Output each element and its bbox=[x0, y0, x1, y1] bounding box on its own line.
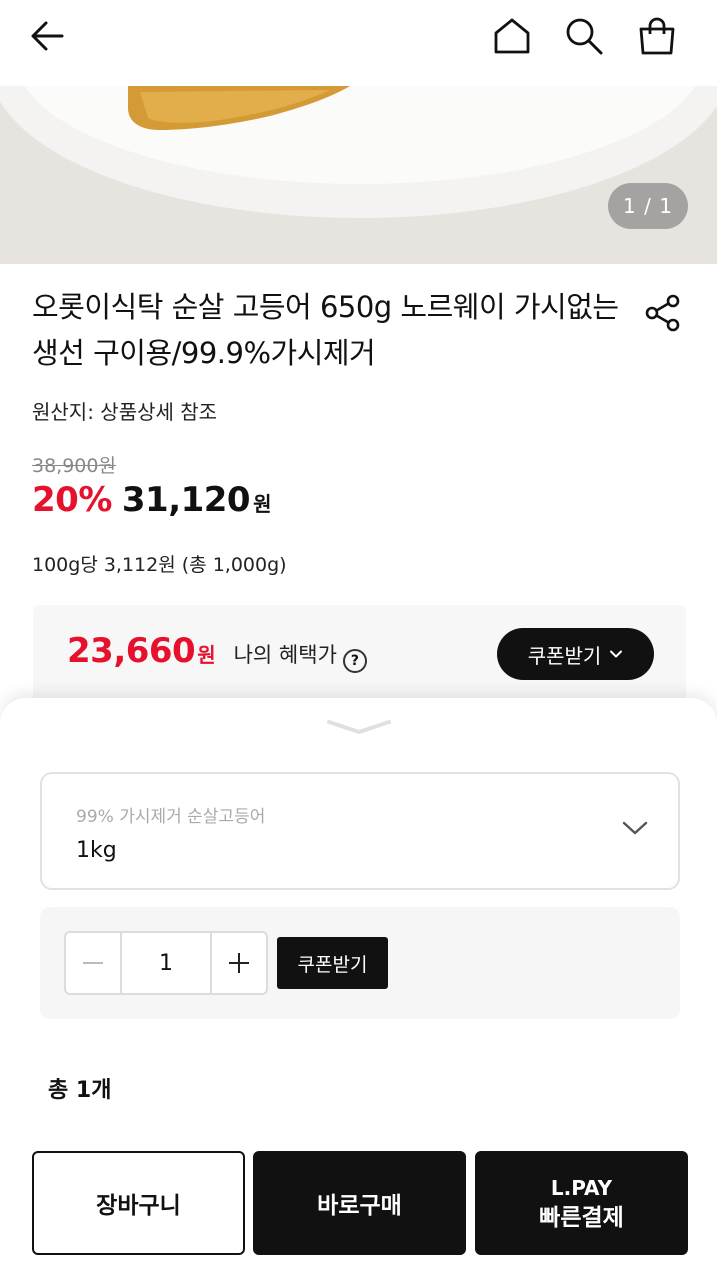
option-select[interactable]: 99% 가시제거 순살고등어 1kg bbox=[40, 772, 680, 890]
coupon-download-button[interactable]: 쿠폰받기 bbox=[497, 628, 654, 680]
lpay-quick-pay-button[interactable]: L.PAY 빠른결제 bbox=[475, 1151, 688, 1255]
sheet-collapse-handle[interactable] bbox=[326, 718, 392, 738]
arrow-left-icon[interactable] bbox=[26, 14, 70, 58]
chevron-down-icon bbox=[610, 650, 623, 658]
total-count: 총 1개 bbox=[48, 1078, 112, 1103]
decrease-button[interactable] bbox=[66, 933, 120, 993]
quick-pay-label: 빠른결제 bbox=[539, 1205, 624, 1231]
plus-icon bbox=[229, 953, 249, 973]
benefit-price-currency: 원 bbox=[197, 643, 216, 667]
shopping-bag-icon[interactable] bbox=[635, 14, 679, 58]
share-icon[interactable] bbox=[640, 290, 686, 336]
add-to-cart-button[interactable]: 장바구니 bbox=[32, 1151, 245, 1255]
coupon-download-label: 쿠폰받기 bbox=[527, 643, 602, 668]
benefit-label: 나의 혜택가 bbox=[233, 643, 337, 667]
quantity-box: 1 쿠폰받기 bbox=[40, 907, 680, 1019]
buy-now-button[interactable]: 바로구매 bbox=[253, 1151, 466, 1255]
image-counter-badge: 1 / 1 bbox=[608, 183, 688, 229]
option-select-value: 1kg bbox=[76, 838, 117, 863]
benefit-price: 23,660 bbox=[67, 631, 196, 671]
purchase-option-sheet: 99% 가시제거 순살고등어 1kg 1 쿠폰받기 총 1개 장바구니 바로구매… bbox=[0, 698, 717, 1273]
option-select-label: 99% 가시제거 순살고등어 bbox=[76, 807, 266, 827]
unit-price: 100g당 3,112원 (총 1,000g) bbox=[32, 554, 287, 576]
sale-price: 31,120 bbox=[121, 480, 251, 520]
quantity-value[interactable]: 1 bbox=[120, 933, 212, 993]
sale-price-row: 20% 31,120 원 bbox=[32, 480, 272, 520]
original-price: 38,900원 bbox=[32, 455, 116, 477]
lpay-label: L.PAY bbox=[550, 1176, 613, 1200]
product-image[interactable] bbox=[0, 86, 717, 264]
buy-now-label: 바로구매 bbox=[317, 1193, 402, 1219]
quantity-stepper: 1 bbox=[64, 931, 268, 995]
benefit-price-box: 23,660 원 나의 혜택가 ? 쿠폰받기 bbox=[33, 605, 686, 710]
help-icon[interactable]: ? bbox=[342, 649, 367, 673]
search-icon[interactable] bbox=[562, 14, 606, 58]
purchase-actions: 장바구니 바로구매 L.PAY 빠른결제 bbox=[32, 1151, 688, 1255]
minus-icon bbox=[83, 962, 103, 964]
benefit-price-row: 23,660 원 나의 혜택가 ? bbox=[67, 631, 367, 673]
discount-rate: 20% bbox=[32, 480, 112, 520]
chevron-down-icon bbox=[622, 821, 648, 835]
product-title: 오롯이식탁 순살 고등어 650g 노르웨이 가시없는 생선 구이용/99.9%… bbox=[32, 290, 619, 370]
add-to-cart-label: 장바구니 bbox=[96, 1193, 181, 1219]
option-coupon-button[interactable]: 쿠폰받기 bbox=[277, 937, 388, 989]
home-icon[interactable] bbox=[490, 14, 534, 58]
plate-image bbox=[0, 86, 717, 264]
sale-price-currency: 원 bbox=[253, 492, 272, 516]
origin-text: 원산지: 상품상세 참조 bbox=[32, 400, 218, 424]
increase-button[interactable] bbox=[212, 933, 266, 993]
top-app-bar bbox=[0, 0, 717, 86]
